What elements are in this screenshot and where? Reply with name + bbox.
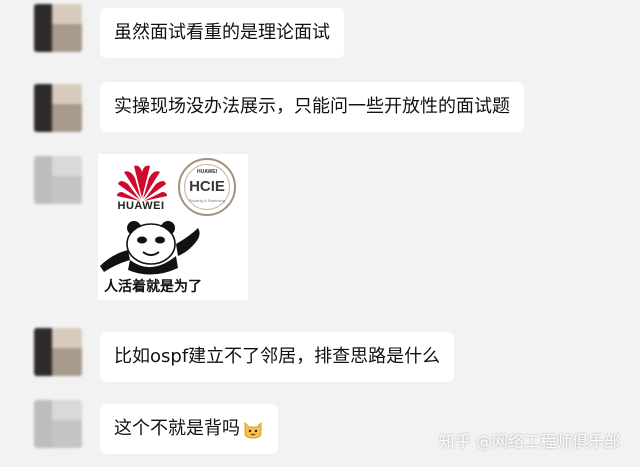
avatar[interactable] xyxy=(34,84,82,132)
avatar[interactable] xyxy=(34,4,82,52)
badge-sub-text: Routing & Switching xyxy=(189,198,225,203)
brand-text: HUAWEI xyxy=(117,200,165,212)
hcie-badge: HUAWEI HCIE Routing & Switching xyxy=(178,158,236,216)
image-message[interactable]: HUAWEI HUAWEI HCIE Routing & Switching 人… xyxy=(98,154,248,300)
avatar[interactable] xyxy=(34,328,82,376)
message-bubble[interactable]: 比如ospf建立不了邻居，排查思路是什么 xyxy=(100,332,455,382)
message-text: 实操现场没办法展示，只能问一些开放性的面试题 xyxy=(114,96,510,117)
message-bubble[interactable]: 这个不就是背吗 xyxy=(100,404,278,454)
panda-meme-icon xyxy=(100,221,200,275)
message-text: 虽然面试看重的是理论面试 xyxy=(114,22,330,43)
watermark: 知乎 @网络工程师俱乐部 xyxy=(438,432,620,451)
avatar[interactable] xyxy=(34,400,82,448)
cat-face-icon xyxy=(244,422,262,439)
message-bubble[interactable]: 实操现场没办法展示，只能问一些开放性的面试题 xyxy=(100,82,524,132)
meme-caption: 人活着就是为了 xyxy=(104,279,202,295)
message-text: 这个不就是背吗 xyxy=(114,418,240,439)
badge-top-text: HUAWEI xyxy=(197,169,217,175)
badge-text: HCIE xyxy=(189,178,225,195)
avatar[interactable] xyxy=(34,156,82,204)
message-text: 比如ospf建立不了邻居，排查思路是什么 xyxy=(114,346,441,367)
message-bubble[interactable]: 虽然面试看重的是理论面试 xyxy=(100,8,344,58)
